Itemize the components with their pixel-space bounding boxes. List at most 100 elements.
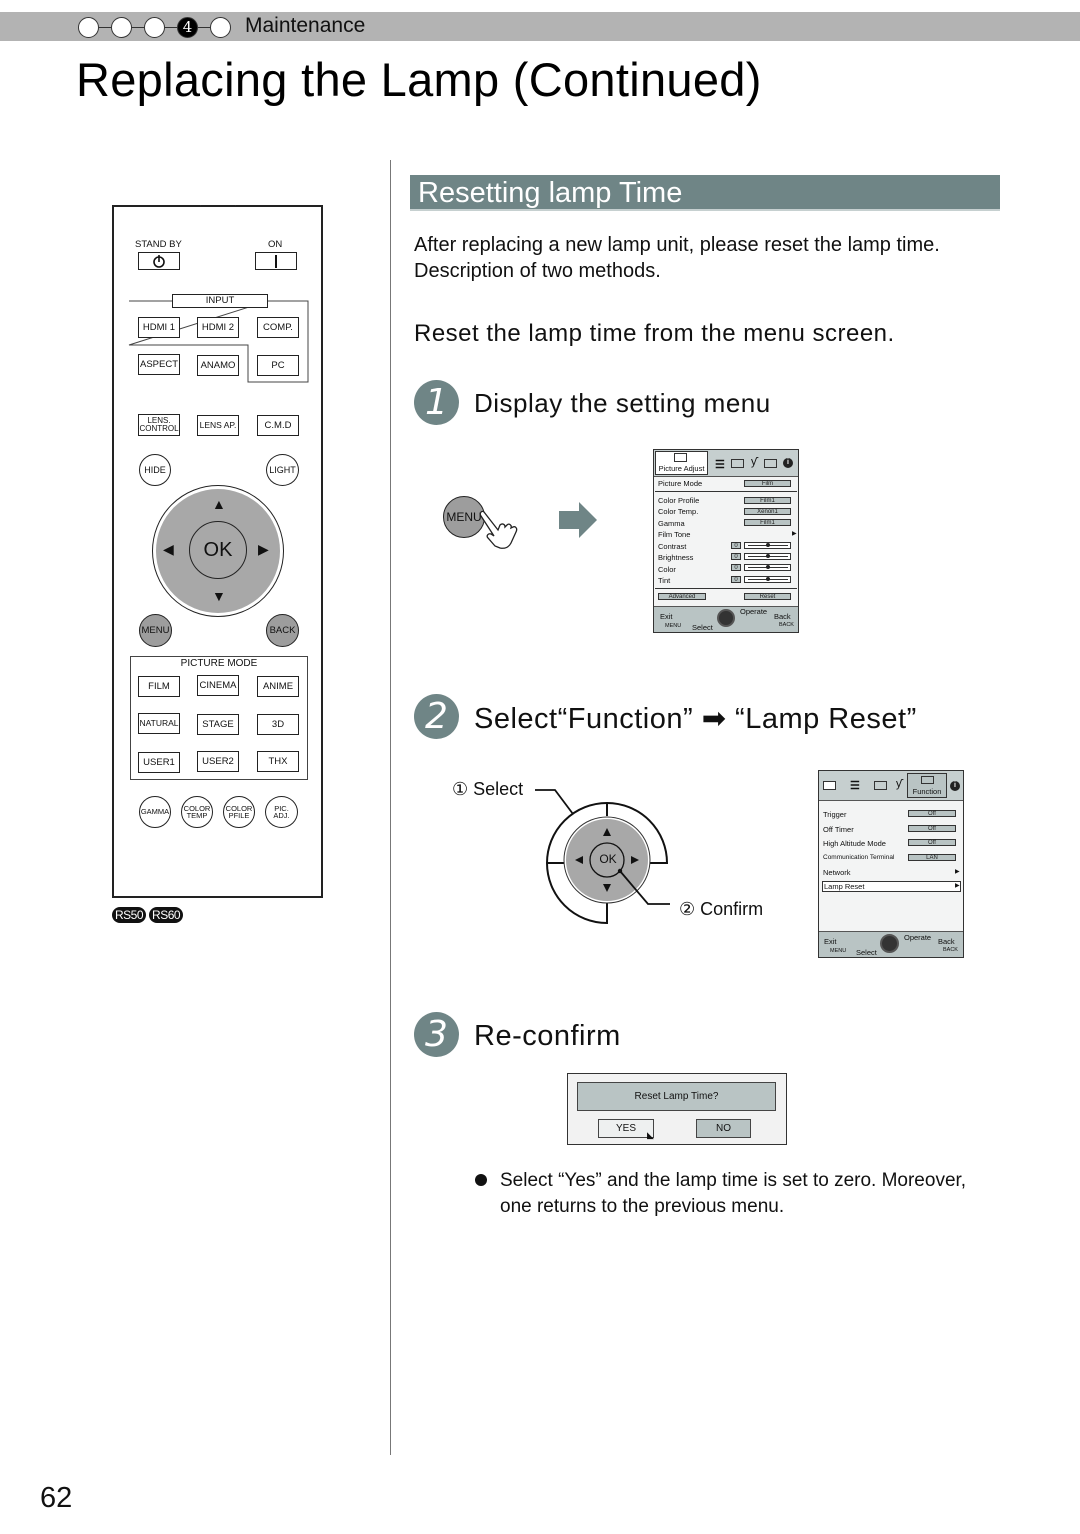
footer-exit: Exit [824, 937, 837, 946]
slider-track [744, 576, 791, 583]
menu-item-value: Off [908, 839, 956, 846]
submenu-arrow-icon: ▶ [955, 883, 960, 889]
thx-button: THX [257, 751, 299, 772]
footer-menu-key: MENU [665, 623, 682, 629]
hand-pointer-icon [479, 510, 518, 549]
menu-item-label: Film Tone [658, 530, 691, 539]
settings-icon: ☰ [715, 459, 725, 471]
arrow-left-icon: ◀ [163, 541, 174, 557]
menu-item-label: Communication Terminal [823, 854, 895, 861]
input-group-frame [128, 300, 309, 383]
no-button: NO [696, 1119, 751, 1138]
slider-value: 0 [731, 564, 741, 571]
menu-item-value: Film [744, 480, 791, 487]
menu-item-label: Off Timer [823, 825, 854, 834]
menu-item-value: Off [908, 810, 956, 817]
input-label: INPUT [205, 295, 235, 307]
display-icon [731, 459, 744, 468]
aspect-button: ASPECT [138, 354, 180, 375]
slider-track [744, 542, 791, 549]
slider-value: 0 [731, 542, 741, 549]
submenu-arrow-icon: ▶ [955, 869, 960, 875]
dialog-message: Reset Lamp Time? [577, 1082, 776, 1111]
hdmi1-button: HDMI 1 [138, 317, 180, 338]
settings-icon: ☰ [850, 780, 860, 792]
ok-button: OK [189, 521, 247, 579]
column-divider [390, 160, 391, 1455]
footer-operate: Operate [904, 933, 932, 942]
reset-note: Select “Yes” and the lamp time is set to… [500, 1170, 967, 1217]
menu-item-label: Contrast [658, 542, 687, 551]
confirm-callout: ② Confirm [679, 899, 764, 919]
display-icon [874, 781, 887, 790]
lens-control-button: LENS. CONTROL [138, 414, 180, 436]
model-badge: RS50 [112, 907, 147, 923]
slider-track [744, 564, 791, 571]
model-badges: RS50 RS60 [112, 907, 184, 923]
method-subhead: Reset the lamp time from the menu screen… [414, 320, 895, 347]
cursor-icon: ◣ [647, 1130, 654, 1140]
picture-icon [674, 453, 687, 462]
footer-operate: Operate [740, 607, 768, 616]
function-icon [764, 459, 777, 468]
menu-item-lamp-reset-selected: Lamp Reset [822, 881, 961, 892]
natural-button: NATURAL [138, 713, 180, 734]
select-callout: ① Select [452, 779, 524, 799]
picture-icon [823, 781, 836, 790]
step-3-title: Re-confirm [474, 1020, 621, 1052]
section-title: Resetting lamp Time [418, 177, 683, 209]
menu-item-value: Film1 [744, 519, 791, 526]
footer-exit: Exit [660, 612, 673, 621]
3d-button: 3D [257, 714, 299, 735]
ok-label: OK [599, 852, 617, 866]
advanced-button: Advanced [658, 593, 706, 600]
menu-item-label: Trigger [823, 810, 847, 819]
lens-ap-button: LENS AP. [197, 415, 239, 436]
footer-select: Select [856, 948, 877, 957]
yes-button: YES [598, 1119, 654, 1138]
cmd-button: C.M.D [257, 415, 299, 436]
page-number: 62 [40, 1482, 73, 1514]
info-icon: i [783, 458, 793, 468]
dpad-mini-icon [717, 609, 735, 627]
dpad-mini-icon [880, 934, 899, 953]
arrow-up-icon: ▲ [212, 496, 226, 512]
step-1-number: 1 [414, 380, 459, 425]
color-temp-button: COLOR TEMP [181, 796, 213, 828]
arrow-down-icon: ▼ [212, 588, 226, 604]
slider-value: 0 [731, 553, 741, 560]
menu-item-label: Picture Mode [658, 479, 703, 488]
intro-line-1: After replacing a new lamp unit, please … [414, 234, 940, 256]
intro-line-2: Description of two methods. [414, 260, 661, 282]
color-profile-button: COLOR PFILE [223, 796, 255, 828]
footer-select: Select [692, 623, 713, 632]
anamo-button: ANAMO [197, 355, 239, 376]
pic-adj-button: PIC. ADJ. [265, 796, 298, 828]
bullet-icon [475, 1174, 487, 1186]
reset-button: Reset [744, 593, 791, 600]
submenu-arrow-icon: ▶ [792, 531, 797, 537]
step-2-title: Select“Function” ➡ “Lamp Reset” [474, 703, 917, 735]
footer-back: Back [774, 612, 791, 621]
select-leader-line [535, 789, 574, 815]
installation-icon: ƴ [751, 456, 757, 468]
menu-item-label: High Altitude Mode [823, 839, 886, 848]
menu-item-label: Color [658, 565, 676, 574]
menu-button: MENU [139, 614, 172, 647]
menu-item-label: Color Profile [658, 496, 700, 505]
back-button: BACK [266, 614, 299, 647]
footer-back-key: BACK [779, 622, 794, 628]
slider-value: 0 [731, 576, 741, 583]
gamma-button: GAMMA [139, 796, 171, 828]
arrow-right-icon: ▶ [258, 541, 269, 557]
menu-divider [655, 491, 797, 492]
hide-button: HIDE [139, 454, 171, 486]
installation-icon: ƴ [896, 778, 902, 790]
menu-item-label: Color Temp. [658, 507, 699, 516]
step-3-number: 3 [414, 1012, 459, 1057]
model-badge: RS60 [149, 907, 184, 923]
user2-button: USER2 [197, 751, 239, 772]
menu-item-value: Off [908, 825, 956, 832]
comp-button: COMP. [257, 317, 299, 338]
slider-track [744, 553, 791, 560]
